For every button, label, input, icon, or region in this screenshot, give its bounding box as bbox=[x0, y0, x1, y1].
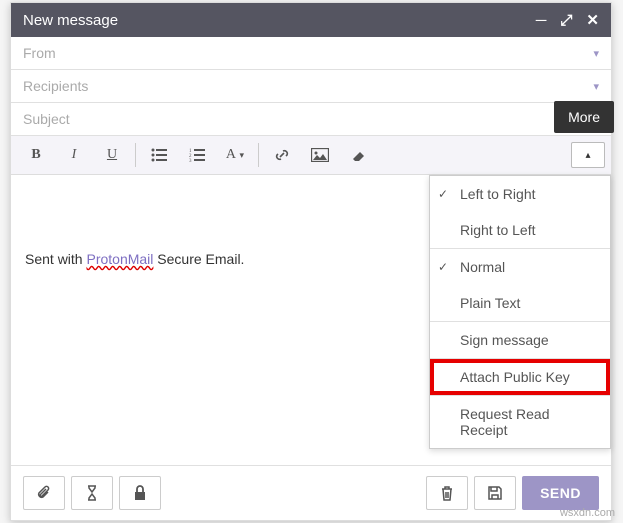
recipients-label: Recipients bbox=[23, 78, 593, 94]
eraser-button[interactable] bbox=[339, 140, 377, 170]
menu-item-attach-public-key[interactable]: Attach Public Key bbox=[430, 359, 610, 395]
check-icon: ✓ bbox=[438, 187, 448, 201]
save-draft-button[interactable] bbox=[474, 476, 516, 510]
subject-field[interactable]: Subject More bbox=[11, 103, 611, 136]
window-controls: ─ ⤢ ✕ bbox=[536, 11, 599, 29]
link-button[interactable] bbox=[263, 140, 301, 170]
italic-button[interactable]: I bbox=[55, 140, 93, 170]
separator bbox=[135, 143, 136, 167]
more-dropdown: ✓ Left to Right Right to Left ✓ Normal P… bbox=[429, 175, 611, 449]
formatting-toolbar: B I U 123 A ▾ ▴ bbox=[11, 136, 611, 175]
expiration-button[interactable] bbox=[71, 476, 113, 510]
subject-label: Subject bbox=[23, 111, 599, 127]
menu-item-read-receipt[interactable]: Request Read Receipt bbox=[430, 396, 610, 448]
send-button[interactable]: SEND bbox=[522, 476, 599, 510]
menu-item-ltr[interactable]: ✓ Left to Right bbox=[430, 176, 610, 212]
menu-item-sign-message[interactable]: Sign message bbox=[430, 322, 610, 358]
ordered-list-button[interactable]: 123 bbox=[178, 140, 216, 170]
discard-button[interactable] bbox=[426, 476, 468, 510]
minimize-icon[interactable]: ─ bbox=[536, 12, 547, 29]
menu-item-normal[interactable]: ✓ Normal bbox=[430, 249, 610, 285]
font-button[interactable]: A ▾ bbox=[216, 140, 254, 170]
titlebar: New message ─ ⤢ ✕ bbox=[11, 3, 611, 37]
watermark: wsxdn.com bbox=[560, 507, 615, 519]
expand-icon[interactable]: ⤢ bbox=[560, 12, 572, 29]
underline-button[interactable]: U bbox=[93, 140, 131, 170]
window-title: New message bbox=[23, 12, 536, 29]
more-tooltip: More bbox=[554, 101, 614, 133]
close-icon[interactable]: ✕ bbox=[586, 11, 599, 29]
recipients-field[interactable]: Recipients ▾ bbox=[11, 70, 611, 103]
check-icon: ✓ bbox=[438, 260, 448, 274]
attach-button[interactable] bbox=[23, 476, 65, 510]
separator bbox=[258, 143, 259, 167]
unordered-list-button[interactable] bbox=[140, 140, 178, 170]
menu-item-plain-text[interactable]: Plain Text bbox=[430, 285, 610, 321]
chevron-down-icon[interactable]: ▾ bbox=[593, 80, 599, 93]
chevron-down-icon[interactable]: ▾ bbox=[593, 47, 599, 60]
from-label: From bbox=[23, 45, 593, 61]
composer-footer: SEND bbox=[11, 465, 611, 520]
from-field[interactable]: From ▾ bbox=[11, 37, 611, 70]
bold-button[interactable]: B bbox=[17, 140, 55, 170]
image-button[interactable] bbox=[301, 140, 339, 170]
menu-item-rtl[interactable]: Right to Left bbox=[430, 212, 610, 248]
message-body[interactable]: Sent with ProtonMail Secure Email. ✓ Lef… bbox=[11, 175, 611, 465]
svg-text:3: 3 bbox=[189, 159, 192, 162]
encryption-button[interactable] bbox=[119, 476, 161, 510]
protonmail-link[interactable]: ProtonMail bbox=[86, 251, 153, 267]
compose-window: New message ─ ⤢ ✕ From ▾ Recipients ▾ Su… bbox=[10, 2, 612, 521]
more-options-button[interactable]: ▴ bbox=[571, 142, 605, 168]
